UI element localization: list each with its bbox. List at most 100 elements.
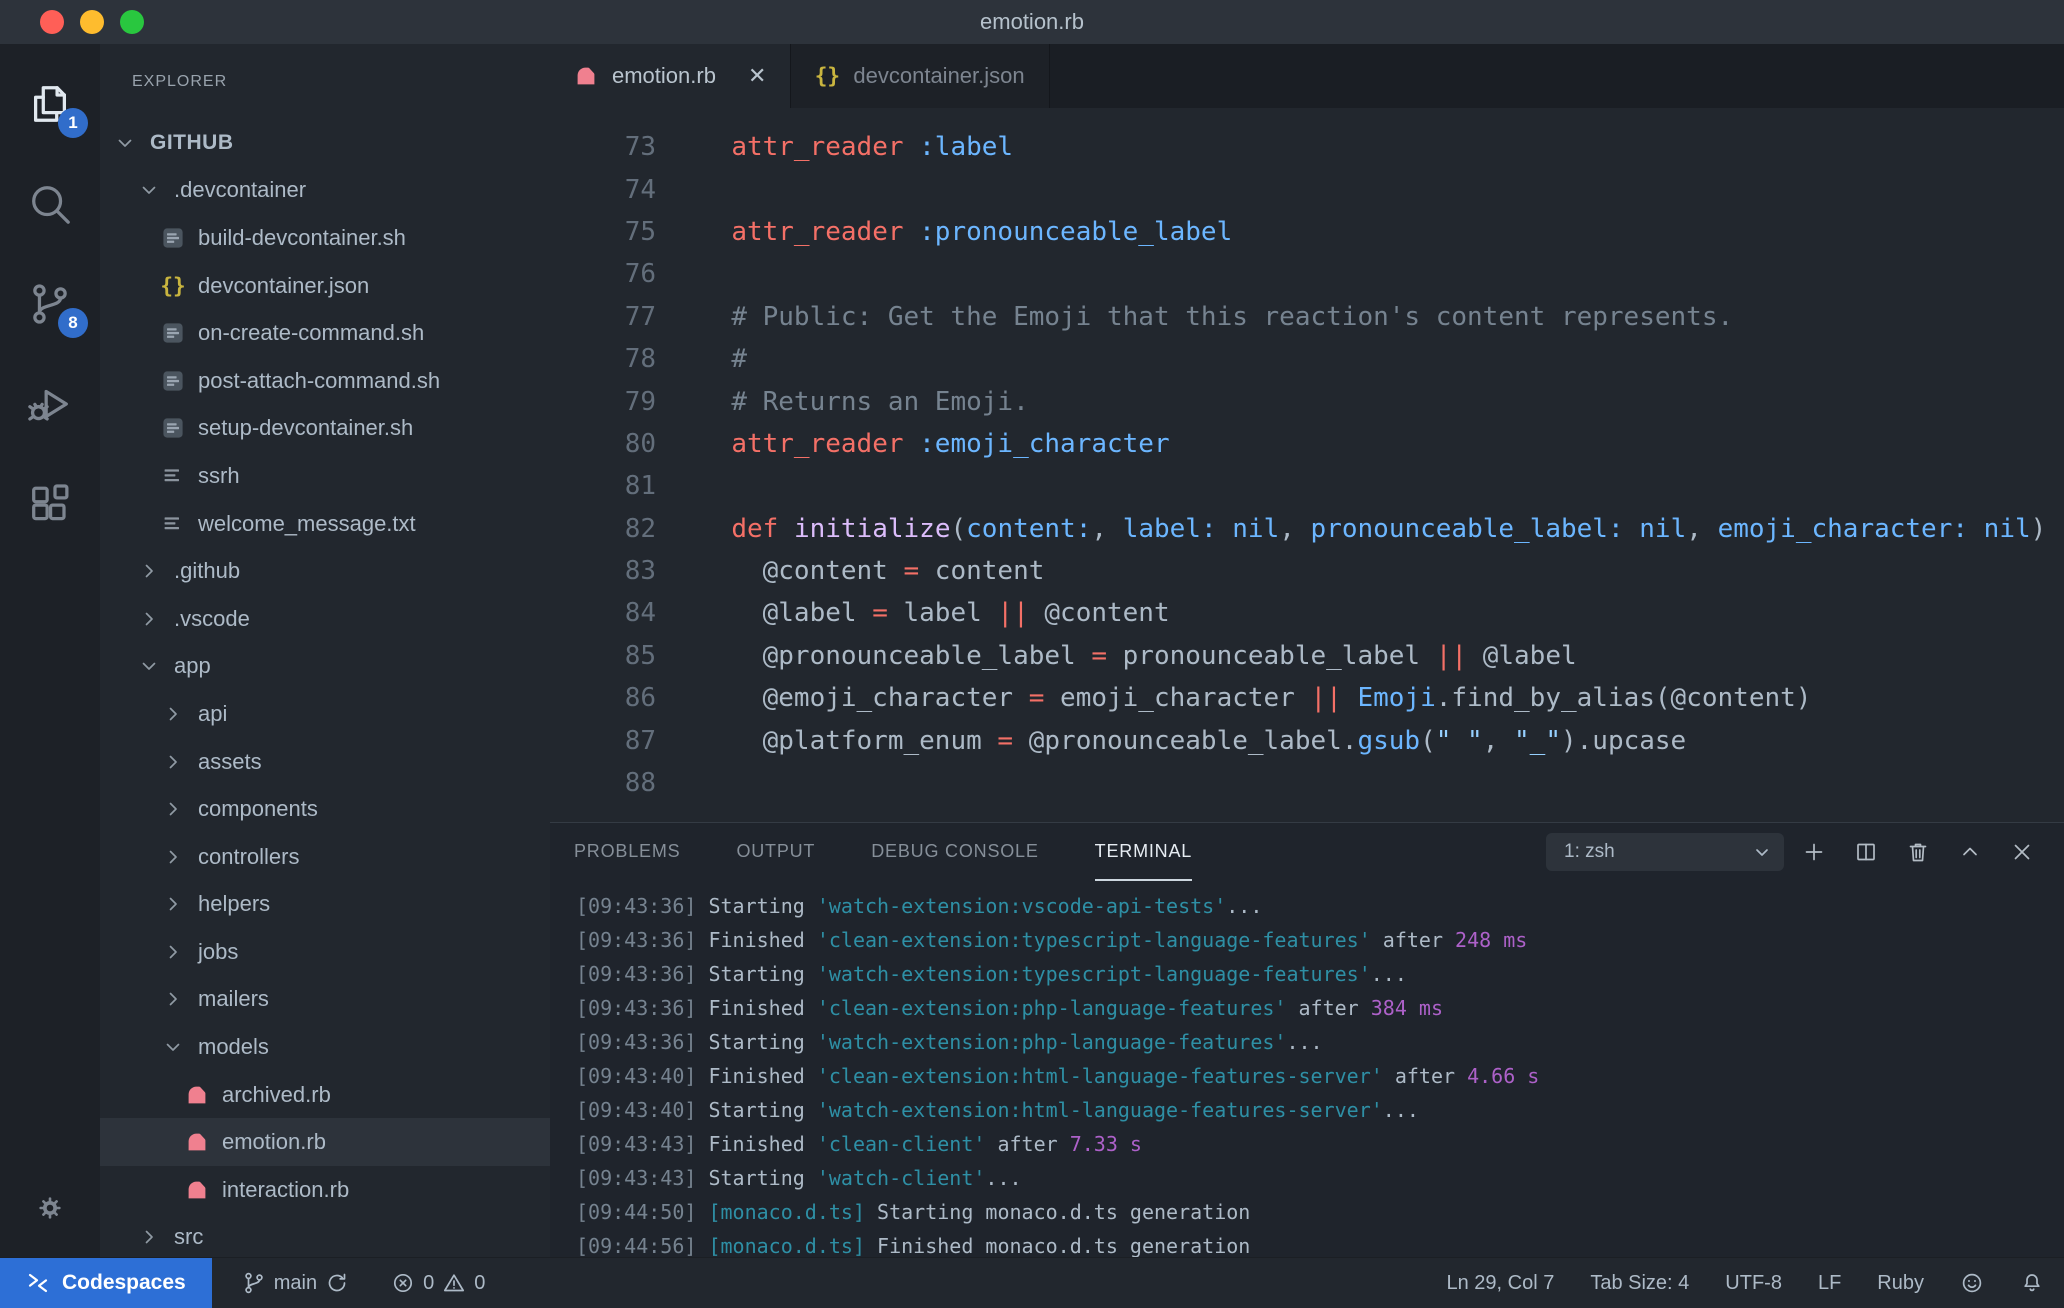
terminal-output[interactable]: [09:43:36] Starting 'watch-extension:vsc… [550,881,2064,1258]
tree-item-components[interactable]: components [100,785,550,833]
activity-search-button[interactable] [18,172,82,236]
tree-item-build-devcontainer-sh[interactable]: build-devcontainer.sh [100,214,550,262]
tree-item-assets[interactable]: assets [100,738,550,786]
gear-icon [38,1196,62,1220]
tree-item-on-create-command-sh[interactable]: on-create-command.sh [100,309,550,357]
tree-item-archived-rb[interactable]: archived.rb [100,1071,550,1119]
code-text: # Public: Get the Emoji that this reacti… [731,301,1734,332]
tree-item-jobs[interactable]: jobs [100,928,550,976]
activity-explorer-button[interactable]: 1 [18,72,88,138]
tree-item-label: emotion.rb [222,1129,326,1155]
tree-item-controllers[interactable]: controllers [100,833,550,881]
minimize-window-button[interactable] [80,10,104,34]
activity-source-control-button[interactable]: 8 [18,272,88,338]
code-line-85: 85 @pronounceable_label = pronounceable_… [550,635,2064,677]
tree-item-mailers[interactable]: mailers [100,976,550,1024]
trash-icon [1906,840,1930,864]
panel-tab-terminal[interactable]: TERMINAL [1094,823,1193,881]
code-editor[interactable]: 73 attr_reader :label 74 75 attr_reader :p… [550,108,2064,822]
tree-item-github[interactable]: GITHUB [100,119,550,167]
tree-item-api[interactable]: api [100,690,550,738]
cursor-position[interactable]: Ln 29, Col 7 [1446,1272,1554,1295]
tree-item-ssrh[interactable]: ssrh [100,452,550,500]
code-text: # Returns an Emoji. [731,386,1029,417]
new-terminal-button[interactable] [1792,830,1836,874]
tab-bar: emotion.rb ✕ {} devcontainer.json [550,44,2064,108]
line-number: 77 [624,301,656,332]
activity-extensions-button[interactable] [18,472,82,536]
code-line-75: 75 attr_reader :pronounceable_label [550,211,2064,253]
code-line-79: 79 # Returns an Emoji. [550,380,2064,422]
terminal-select[interactable]: 1: zsh [1546,833,1784,871]
line-number: 83 [624,556,656,587]
tree-item-label: archived.rb [222,1081,331,1107]
terminal-line: [09:43:36] Starting 'watch-extension:vsc… [576,894,1263,918]
ruby-icon [574,64,598,88]
line-number: 82 [624,513,656,544]
tree-item-welcome-message-txt[interactable]: welcome_message.txt [100,500,550,548]
tree-item-label: jobs [198,938,239,964]
close-tab-icon[interactable]: ✕ [748,63,766,89]
code-line-88: 88 [550,762,2064,804]
tree-item-label: models [198,1034,269,1060]
close-icon [2010,840,2034,864]
tree-item--devcontainer[interactable]: .devcontainer [100,167,550,215]
code-line-84: 84 @label = label || @content [550,592,2064,634]
activity-badge: 1 [58,108,88,138]
tree-item-interaction-rb[interactable]: interaction.rb [100,1166,550,1214]
panel-tab-debug-console[interactable]: DEBUG CONSOLE [871,823,1038,881]
activity-badge: 8 [58,308,88,338]
tree-item-label: api [198,700,228,726]
activity-run-debug-button[interactable] [18,372,82,436]
split-terminal-button[interactable] [1844,830,1888,874]
tree-item--github[interactable]: .github [100,547,550,595]
notifications-bell-button[interactable] [2020,1271,2044,1295]
tree-item-src[interactable]: src [100,1214,550,1258]
codespaces-remote-indicator[interactable]: Codespaces [0,1258,212,1308]
maximize-panel-button[interactable] [1948,830,1992,874]
json-icon: {} [160,273,186,298]
debug-icon [27,381,73,427]
tree-item-label: interaction.rb [222,1176,350,1202]
code-line-74: 74 [550,168,2064,210]
feedback-smiley-button[interactable] [1960,1271,1984,1295]
encoding-indicator[interactable]: UTF-8 [1725,1272,1782,1295]
extensions-icon [27,481,73,527]
remote-icon [26,1271,50,1295]
language-indicator[interactable]: Ruby [1877,1272,1924,1295]
tree-item-post-attach-command-sh[interactable]: post-attach-command.sh [100,357,550,405]
close-window-button[interactable] [40,10,64,34]
code-text: @platform_enum = @pronounceable_label.gs… [700,725,1687,756]
tree-item-devcontainer-json[interactable]: {} devcontainer.json [100,262,550,310]
maximize-window-button[interactable] [120,10,144,34]
terminal-line: [09:43:40] Finished 'clean-extension:htm… [576,1064,1540,1088]
terminal-line: [09:43:36] Finished 'clean-extension:php… [576,996,1443,1020]
tab-emotion-rb[interactable]: emotion.rb ✕ [550,44,792,108]
branch-status[interactable]: main [242,1271,349,1295]
ruby-icon [185,1083,209,1107]
close-panel-button[interactable] [2000,830,2044,874]
chevron-right-icon [161,702,185,726]
eol-indicator[interactable]: LF [1818,1272,1841,1295]
code-line-78: 78 # [550,338,2064,380]
kill-terminal-button[interactable] [1896,830,1940,874]
tab-bar-empty [1049,44,2064,108]
tree-item-emotion-rb[interactable]: emotion.rb [100,1118,550,1167]
terminal-line: [09:44:50] [monaco.d.ts] Starting monaco… [576,1200,1251,1224]
settings-button[interactable] [18,1176,82,1240]
tree-item-helpers[interactable]: helpers [100,881,550,929]
panel-tab-problems[interactable]: PROBLEMS [574,823,680,881]
problems-status[interactable]: 0 0 [391,1271,485,1295]
tree-item-app[interactable]: app [100,643,550,691]
line-number: 76 [624,259,656,290]
tree-item--vscode[interactable]: .vscode [100,595,550,643]
tab-size-indicator[interactable]: Tab Size: 4 [1590,1272,1689,1295]
panel-tab-output[interactable]: OUTPUT [736,823,815,881]
line-number: 79 [624,386,656,417]
code-line-82: 82 def initialize(content:, label: nil, … [550,508,2064,550]
tab-devcontainer-json[interactable]: {} devcontainer.json [791,44,1050,108]
tree-item-models[interactable]: models [100,1023,550,1071]
file-shell-icon [161,369,185,393]
json-icon: {} [814,64,841,88]
tree-item-setup-devcontainer-sh[interactable]: setup-devcontainer.sh [100,405,550,453]
